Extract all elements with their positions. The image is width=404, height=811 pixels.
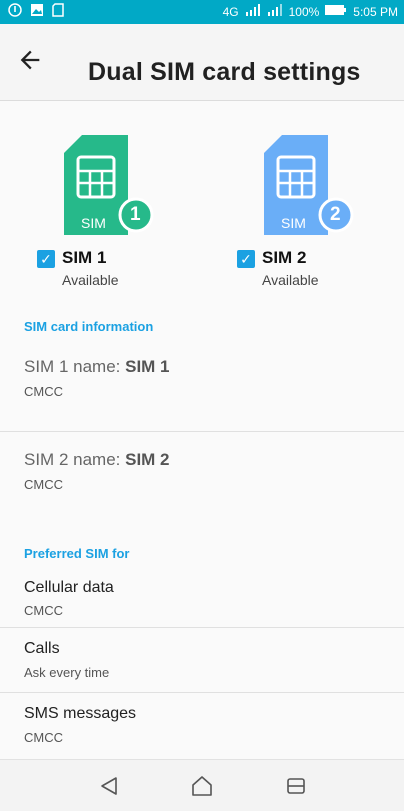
signal-sim2-icon: [267, 4, 283, 19]
sim-card-2-badge: 2: [330, 204, 341, 225]
sim-1-status: Available: [62, 272, 119, 288]
notification-info-icon: [8, 3, 22, 20]
sim-2-name-title: SIM 2 name: SIM 2: [24, 450, 170, 470]
preferred-cellular-data[interactable]: Cellular data CMCC: [0, 567, 404, 627]
status-bar: 4G 100% 5:05 PM: [0, 0, 404, 24]
navigation-bar: [0, 759, 404, 811]
preferred-sms[interactable]: SMS messages CMCC: [0, 693, 404, 757]
back-arrow-icon[interactable]: [16, 46, 46, 76]
sim-1-carrier: CMCC: [24, 384, 63, 399]
app-bar: Dual SIM card settings: [0, 24, 404, 101]
page-title: Dual SIM card settings: [88, 58, 361, 86]
cellular-data-value: CMCC: [24, 603, 63, 618]
sim-1-checkbox[interactable]: ✓: [37, 250, 55, 268]
sim-1-name-row[interactable]: SIM 1 name: SIM 1 CMCC: [0, 341, 404, 431]
cellular-data-title: Cellular data: [24, 579, 114, 596]
sms-value: CMCC: [24, 730, 63, 745]
battery-icon: [325, 4, 347, 19]
sim-info-header: SIM card information: [24, 319, 154, 334]
recent-apps-icon[interactable]: [284, 774, 308, 798]
calls-value: Ask every time: [24, 665, 110, 680]
sim-1-name-value: SIM 1: [125, 357, 170, 376]
network-type: 4G: [222, 4, 239, 19]
sim-card-2[interactable]: SIM 2 ✓ SIM 2 Available: [200, 101, 404, 301]
sim-2-name-value: SIM 2: [125, 450, 170, 469]
sim-card-2-label: SIM: [281, 215, 306, 231]
sim-card-2-icon: SIM 2: [264, 135, 354, 235]
sim-2-name-label: SIM 2 name:: [24, 450, 126, 469]
image-icon: [30, 3, 44, 20]
back-triangle-icon[interactable]: [98, 774, 122, 798]
sms-title: SMS messages: [24, 705, 137, 722]
sim-1-name-label: SIM 1 name:: [24, 357, 126, 376]
calls-title: Calls: [24, 640, 60, 657]
preferred-calls[interactable]: Calls Ask every time: [0, 628, 404, 692]
sim-2-name-row[interactable]: SIM 2 name: SIM 2 CMCC: [0, 432, 404, 522]
signal-sim1-icon: [245, 4, 261, 19]
settings-content: SIM 1 ✓ SIM 1 Available SIM 2 ✓ SIM 2 Av…: [0, 101, 404, 759]
sd-card-icon: [52, 3, 64, 20]
sim-2-status: Available: [262, 272, 319, 288]
sim-2-name: SIM 2: [262, 248, 307, 267]
sim-card-1-icon: SIM 1: [64, 135, 154, 235]
home-icon[interactable]: [190, 774, 214, 798]
preferred-sim-header: Preferred SIM for: [24, 546, 130, 561]
sim-card-1-badge: 1: [130, 204, 141, 225]
sim-card-1[interactable]: SIM 1 ✓ SIM 1 Available: [0, 101, 200, 301]
sim-card-1-label: SIM: [81, 215, 106, 231]
clock: 5:05 PM: [353, 4, 398, 19]
sim-2-checkbox[interactable]: ✓: [237, 250, 255, 268]
battery-percent: 100%: [288, 4, 320, 19]
sim-2-carrier: CMCC: [24, 477, 63, 492]
sim-1-name: SIM 1: [62, 248, 107, 267]
sim-1-name-title: SIM 1 name: SIM 1: [24, 357, 170, 377]
